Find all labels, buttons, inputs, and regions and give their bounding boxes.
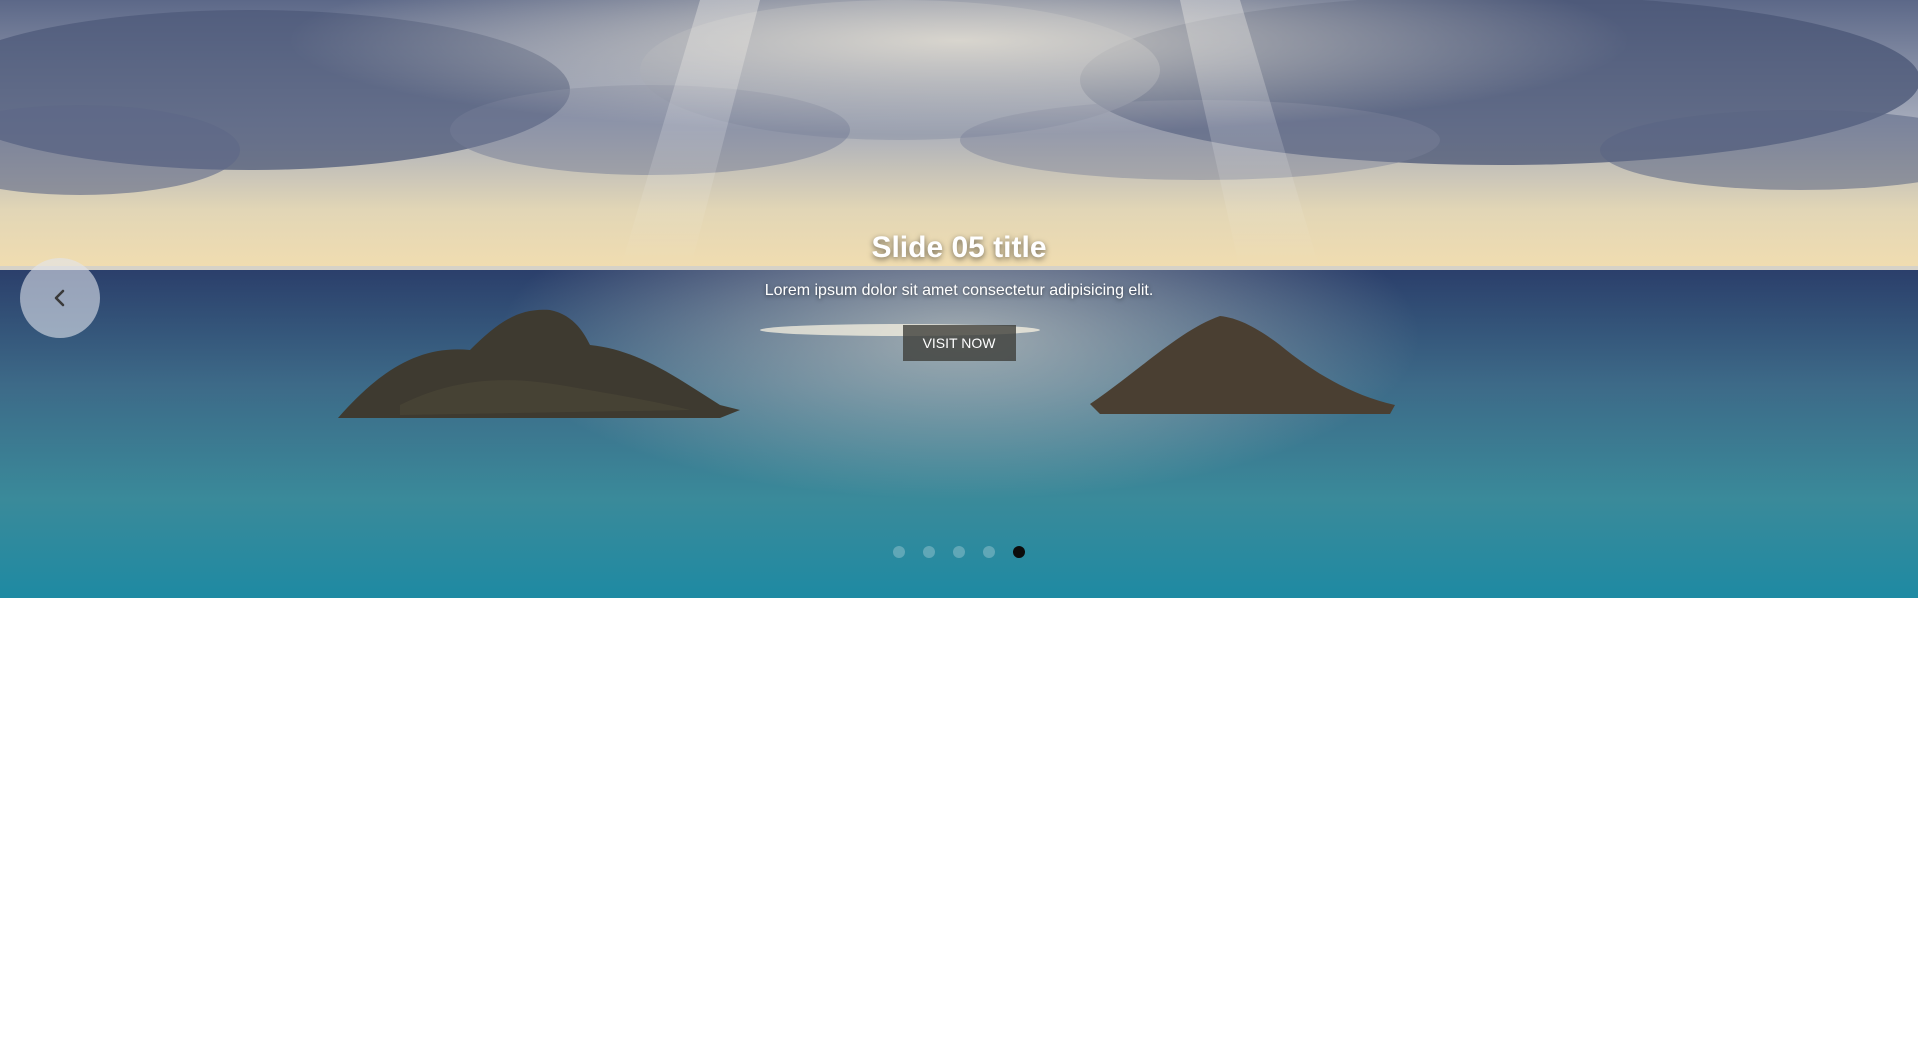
slide-caption: Slide 05 title Lorem ipsum dolor sit ame… <box>0 228 1918 361</box>
slide-pagination <box>0 546 1918 558</box>
slide-dot-4[interactable] <box>983 546 995 558</box>
slide-dot-1[interactable] <box>893 546 905 558</box>
slide-dot-5-active[interactable] <box>1013 546 1025 558</box>
slide-title: Slide 05 title <box>871 231 1047 264</box>
slide-dot-2[interactable] <box>923 546 935 558</box>
slide-description: Lorem ipsum dolor sit amet consectetur a… <box>764 282 1154 299</box>
visit-now-button[interactable]: VISIT NOW <box>902 325 1016 361</box>
image-slider: Slide 05 title Lorem ipsum dolor sit ame… <box>0 0 1918 598</box>
slide-dot-3[interactable] <box>953 546 965 558</box>
